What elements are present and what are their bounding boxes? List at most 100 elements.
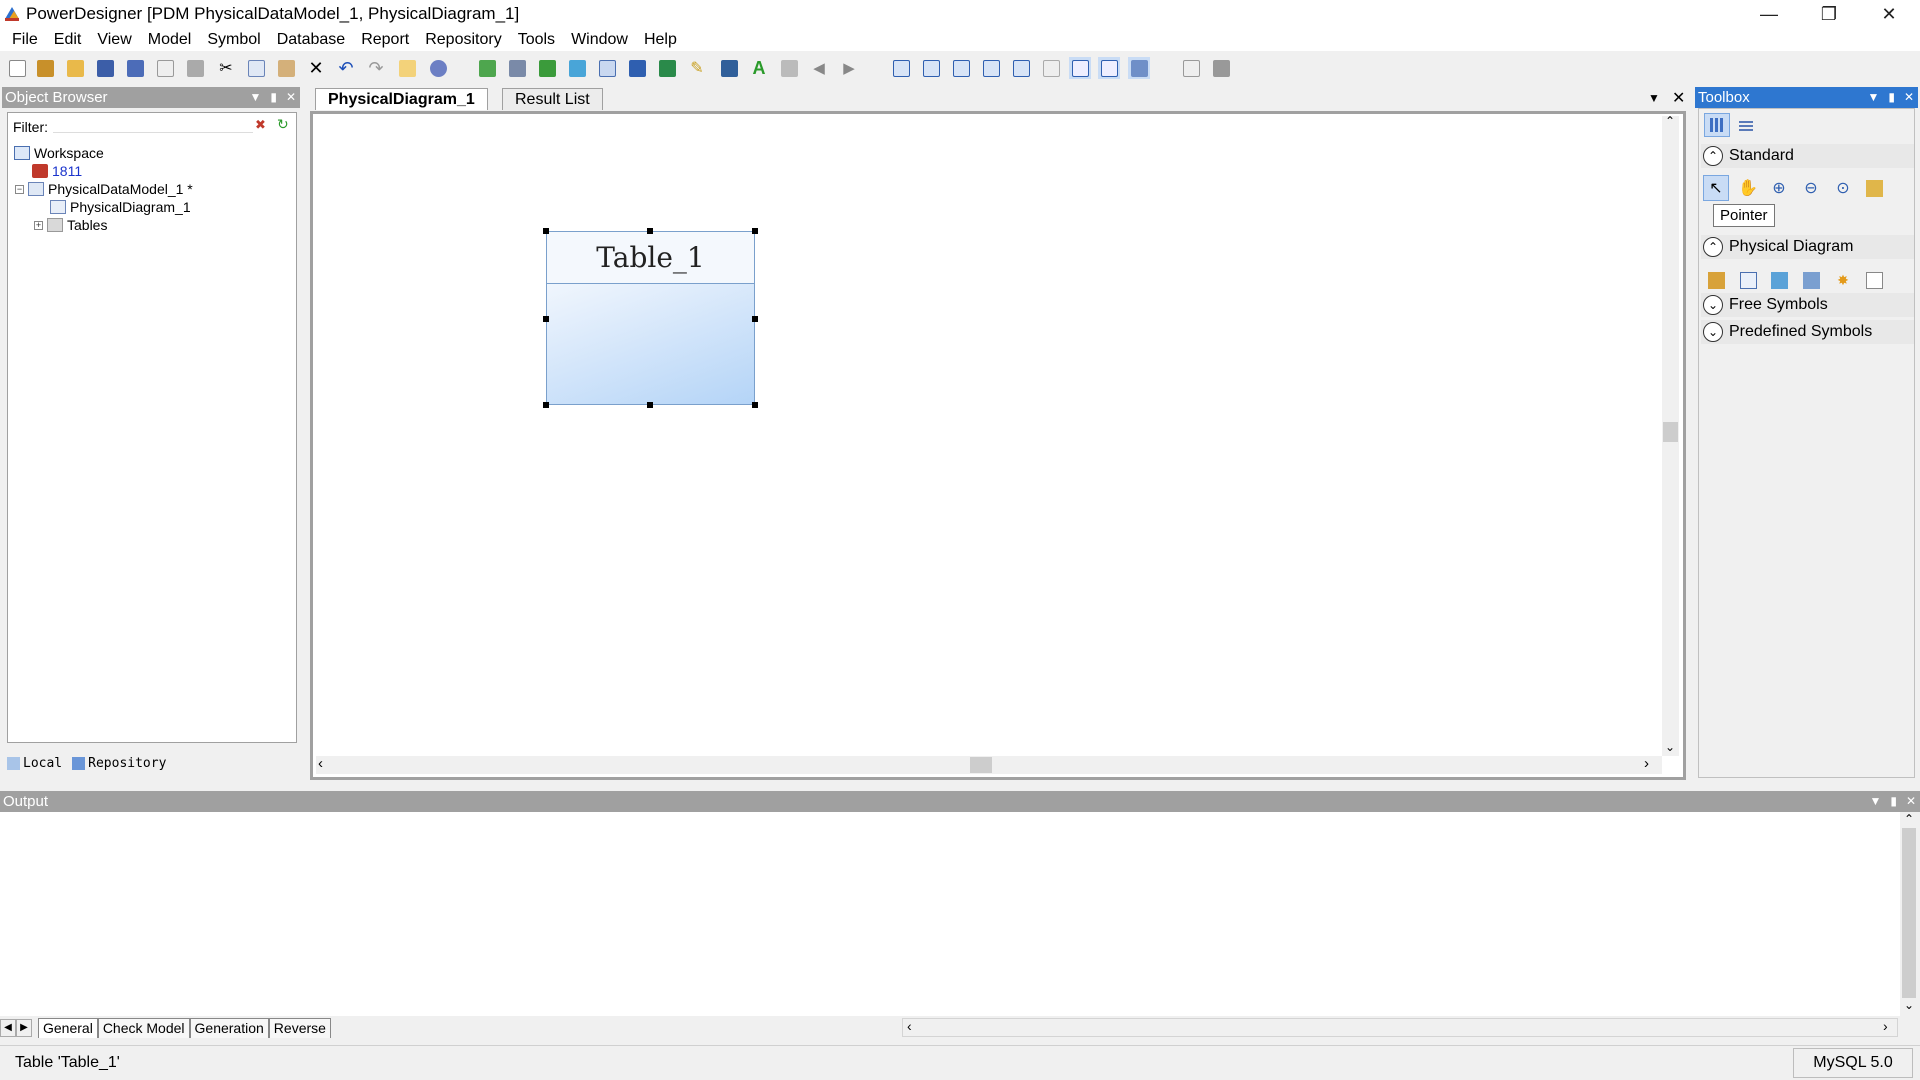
table-symbol[interactable]: Table_1 — [543, 228, 758, 408]
new-icon[interactable] — [6, 57, 28, 79]
table-tool-icon[interactable] — [1735, 267, 1761, 293]
zoom-in-icon[interactable]: ⊕ — [1766, 175, 1792, 201]
panel-close-icon[interactable]: ✕ — [1906, 791, 1916, 812]
tab-generation[interactable]: Generation — [189, 1018, 269, 1038]
align-top-icon[interactable] — [980, 57, 1002, 79]
reference-tool-icon[interactable] — [1798, 267, 1824, 293]
diagram-icon[interactable] — [476, 57, 498, 79]
grid-view-icon[interactable] — [1069, 57, 1091, 79]
resize-handle[interactable] — [647, 402, 653, 408]
align-right-icon[interactable] — [950, 57, 972, 79]
procedure-tool-icon[interactable]: ✸ — [1830, 267, 1856, 293]
check-model-icon[interactable] — [596, 57, 618, 79]
tab-scroll-right-icon[interactable]: ▶ — [16, 1019, 32, 1037]
diagram-canvas[interactable] — [310, 111, 1686, 780]
pin-icon[interactable]: ▮ — [270, 87, 277, 108]
resize-handle[interactable] — [752, 402, 758, 408]
pointer-tool-icon[interactable]: ↖ — [1703, 175, 1729, 201]
cut-icon[interactable]: ✂ — [215, 57, 237, 79]
print-preview-icon[interactable] — [154, 57, 176, 79]
grabber-tool-icon[interactable]: ✋ — [1735, 175, 1761, 201]
tree-tables[interactable]: + Tables — [34, 217, 107, 233]
tree-physical-diagram[interactable]: PhysicalDiagram_1 — [50, 199, 191, 215]
paste-icon[interactable] — [275, 57, 297, 79]
toolbox-section-predefined-symbols[interactable]: ⌄ Predefined Symbols — [1701, 320, 1914, 344]
scroll-down-icon[interactable]: ⌄ — [1665, 740, 1675, 754]
print-icon[interactable] — [184, 57, 206, 79]
text-icon[interactable]: A — [748, 57, 770, 79]
resize-handle[interactable] — [543, 228, 549, 234]
output-scroll-thumb[interactable] — [1902, 828, 1916, 998]
new-project-icon[interactable] — [34, 57, 56, 79]
forward-icon[interactable]: ▶ — [838, 57, 860, 79]
menu-edit[interactable]: Edit — [46, 29, 90, 51]
align-center-icon[interactable] — [920, 57, 942, 79]
panel-close-icon[interactable]: ✕ — [1904, 87, 1914, 108]
properties-tool-icon[interactable] — [1861, 175, 1887, 201]
close-icon[interactable]: ✕ — [1860, 0, 1918, 29]
align-middle-icon[interactable] — [1010, 57, 1032, 79]
back-icon[interactable]: ◀ — [808, 57, 830, 79]
tree-item-1811[interactable]: 1811 — [32, 163, 82, 179]
restore-icon[interactable]: ❐ — [1800, 0, 1858, 29]
output-vertical-scrollbar[interactable]: ⌃ ⌄ — [1900, 812, 1918, 1016]
menu-window[interactable]: Window — [563, 29, 636, 51]
pin-icon[interactable]: ▮ — [1888, 87, 1895, 108]
menu-view[interactable]: View — [89, 29, 139, 51]
document-menu-icon[interactable]: ▼ — [1648, 91, 1660, 105]
zoom-out-icon[interactable]: ⊖ — [1798, 175, 1824, 201]
copy-icon[interactable] — [245, 57, 267, 79]
toolbox-section-standard[interactable]: ⌃ Standard — [1701, 144, 1914, 168]
file-tool-icon[interactable] — [1861, 267, 1887, 293]
scroll-right-icon[interactable]: › — [1644, 755, 1649, 772]
page-setup-icon[interactable] — [1180, 57, 1202, 79]
redo-icon[interactable]: ↷ — [365, 57, 387, 79]
clear-filter-icon[interactable]: ✖ — [255, 117, 266, 133]
panel-menu-icon[interactable]: ▼ — [1869, 791, 1881, 812]
refresh-filter-icon[interactable]: ↻ — [277, 116, 289, 133]
menu-symbol[interactable]: Symbol — [199, 29, 268, 51]
horizontal-scroll-thumb[interactable] — [970, 757, 992, 773]
printer-icon[interactable] — [1210, 57, 1232, 79]
panel-menu-icon[interactable]: ▼ — [1867, 87, 1879, 108]
menu-model[interactable]: Model — [140, 29, 200, 51]
collapse-icon[interactable]: − — [15, 184, 24, 194]
scroll-up-icon[interactable]: ⌃ — [1665, 114, 1675, 128]
menu-database[interactable]: Database — [269, 29, 354, 51]
tab-local[interactable]: Local — [7, 752, 62, 774]
canvas-vertical-scrollbar[interactable]: ⌃ ⌄ — [1662, 114, 1679, 756]
scroll-up-icon[interactable]: ⌃ — [1904, 812, 1914, 826]
panel-menu-icon[interactable]: ▼ — [249, 87, 261, 108]
resize-handle[interactable] — [752, 228, 758, 234]
scroll-left-icon[interactable]: ‹ — [318, 755, 323, 772]
tab-scroll-left-icon[interactable]: ◀ — [0, 1019, 16, 1037]
toolbox-section-free-symbols[interactable]: ⌄ Free Symbols — [1701, 293, 1914, 317]
menu-tools[interactable]: Tools — [510, 29, 563, 51]
pin-icon[interactable]: ▮ — [1890, 791, 1897, 812]
canvas-horizontal-scrollbar[interactable]: ‹ › — [316, 755, 1662, 774]
tab-general[interactable]: General — [38, 1018, 98, 1038]
tree-physical-model[interactable]: − PhysicalDataModel_1 * — [15, 181, 193, 197]
expand-icon[interactable]: + — [34, 220, 43, 230]
output-horizontal-scrollbar[interactable]: ‹ › — [902, 1018, 1898, 1037]
scroll-left-icon[interactable]: ‹ — [907, 1018, 912, 1034]
detail-view-icon[interactable] — [1128, 57, 1150, 79]
minimize-icon[interactable]: — — [1740, 0, 1798, 29]
vertical-scroll-thumb[interactable] — [1663, 422, 1678, 442]
view-tool-icon[interactable] — [1766, 267, 1792, 293]
resize-handle[interactable] — [647, 228, 653, 234]
menu-file[interactable]: File — [4, 29, 46, 51]
tree-workspace[interactable]: Workspace — [14, 145, 104, 161]
format-icon[interactable] — [718, 57, 740, 79]
toolbox-section-physical-diagram[interactable]: ⌃ Physical Diagram — [1701, 235, 1914, 259]
menu-repository[interactable]: Repository — [417, 29, 509, 51]
menu-help[interactable]: Help — [636, 29, 685, 51]
open-icon[interactable] — [64, 57, 86, 79]
model-icon[interactable] — [506, 57, 528, 79]
document-close-icon[interactable]: ✕ — [1672, 88, 1685, 108]
align-left-icon[interactable] — [890, 57, 912, 79]
output-text-area[interactable] — [0, 812, 1900, 1016]
pencil-icon[interactable]: ✎ — [686, 57, 708, 79]
save-icon[interactable] — [94, 57, 116, 79]
panel-close-icon[interactable]: ✕ — [286, 87, 296, 108]
